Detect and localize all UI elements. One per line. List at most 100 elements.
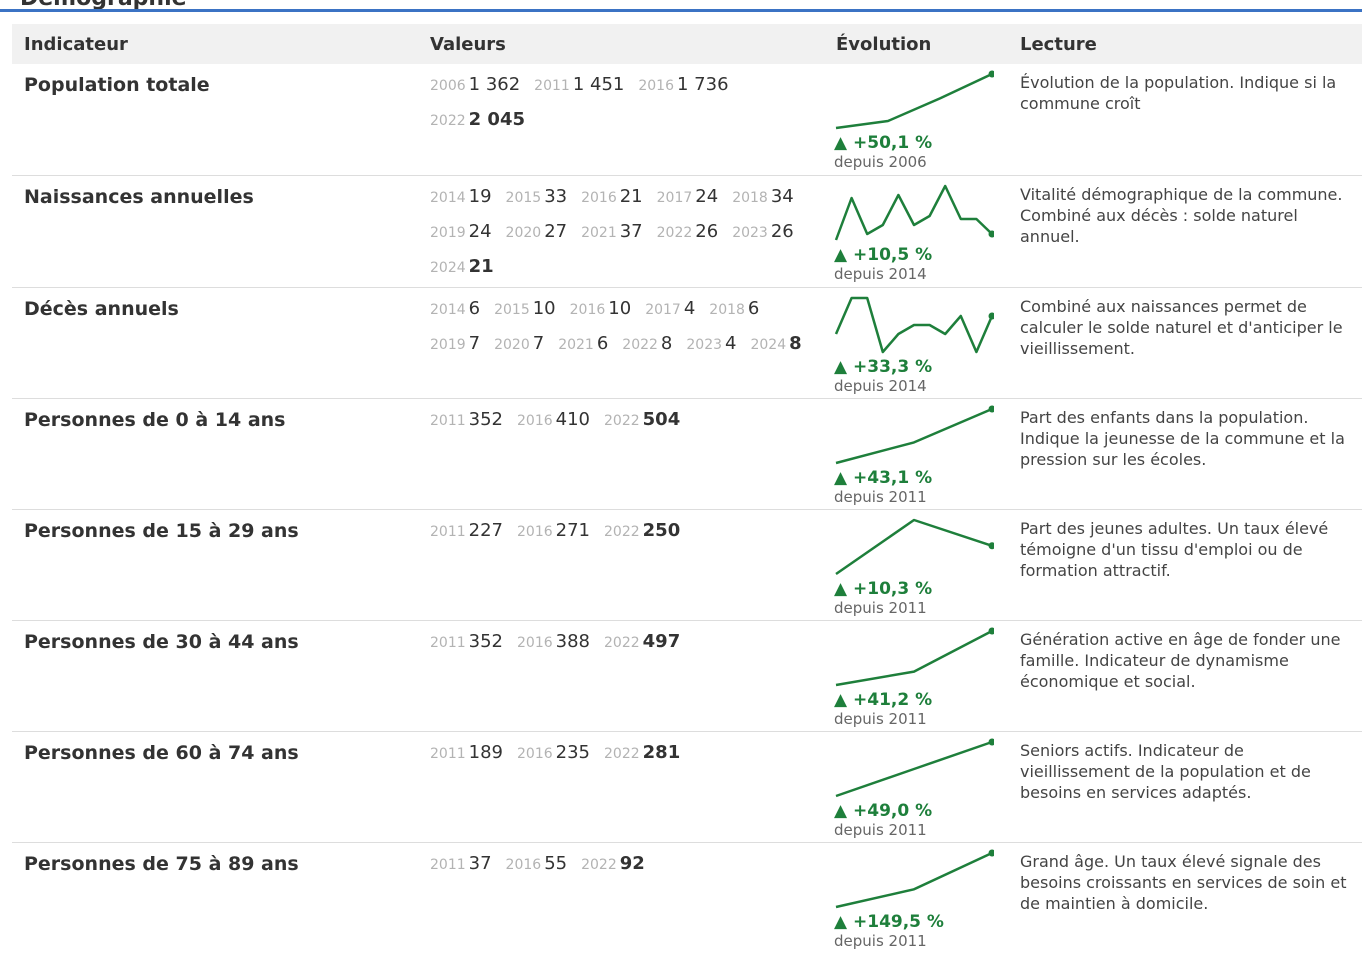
value-year: 2019 (430, 224, 466, 241)
value-number: 26 (695, 220, 719, 242)
value-pair: 2016 271 (517, 516, 590, 551)
sparkline (835, 70, 994, 130)
value-number: 4 (725, 332, 737, 354)
column-header-evolution: Évolution (824, 24, 1008, 64)
value-pair: 2019 7 (430, 329, 480, 364)
value-pair: 2023 26 (732, 217, 794, 252)
reading-text: Grand âge. Un taux élevé signale des bes… (1020, 851, 1347, 913)
value-year: 2019 (430, 336, 466, 353)
evolution-cell: ▲ +49,0 % depuis 2011 (824, 731, 1008, 843)
value-pair: 2016 1 736 (638, 70, 728, 105)
value-number: 352 (468, 630, 503, 652)
values-cell: 2006 1 362 2011 1 451 2016 1 736 2022 2 045 (418, 64, 824, 176)
value-number: 19 (468, 185, 492, 207)
evolution-cell: ▲ +149,5 % depuis 2011 (824, 842, 1008, 953)
value-year: 2016 (638, 78, 674, 94)
indicators-table: Indicateur Valeurs Évolution Lecture Pop… (12, 24, 1362, 953)
sparkline (835, 405, 994, 464)
evolution-since: depuis 2011 (834, 598, 927, 617)
value-number: 1 362 (468, 74, 521, 95)
value-number: 33 (544, 185, 568, 207)
evolution-cell: ▲ +41,2 % depuis 2011 (824, 620, 1008, 732)
sparkline-line (834, 184, 993, 240)
evolution-cell: ▲ +43,1 % depuis 2011 (824, 398, 1008, 510)
value-year: 2011 (430, 412, 466, 429)
value-pair: 2016 410 (517, 405, 590, 440)
evolution-change: ▲ +33,3 % (834, 356, 933, 377)
value-year: 2022 (604, 745, 640, 762)
table-row: Naissances annuelles 2014 19 2015 33 2016 21 20… (12, 175, 1362, 288)
value-number: 227 (468, 519, 503, 541)
column-header-reading: Lecture (1008, 24, 1362, 64)
evolution-since: depuis 2011 (834, 820, 927, 839)
values-cell: 2014 19 2015 33 2016 21 2017 24 2018 342019 24 2020… (418, 175, 824, 288)
value-year: 2011 (430, 856, 466, 873)
table-body: Population totale 2006 1 362 2011 1 451 2016 1… (12, 64, 1362, 953)
evolution-change: ▲ +149,5 % (834, 911, 944, 932)
value-pair: 2023 4 (686, 329, 736, 364)
sparkline-line (835, 629, 993, 686)
value-pair: 2014 19 (430, 182, 492, 217)
value-pair: 2017 24 (657, 182, 719, 217)
value-pair: 2017 4 (645, 294, 695, 329)
indicator-name: Personnes de 15 à 29 ans (12, 509, 418, 621)
value-number: 34 (770, 185, 794, 207)
value-year: 2006 (430, 78, 466, 94)
value-number: 21 (619, 185, 643, 207)
value-year: 2015 (494, 301, 530, 318)
table-row: Personnes de 60 à 74 ans 2011 189 2016 235 20… (12, 731, 1362, 843)
value-pair: 2022 504 (604, 405, 680, 440)
table-row: Personnes de 75 à 89 ans 2011 37 2016 55 2022… (12, 842, 1362, 953)
value-number: 8 (660, 332, 673, 354)
value-pair: 2016 10 (570, 294, 632, 329)
value-pair: 2011 352 (430, 405, 503, 440)
value-year: 2021 (558, 336, 594, 353)
evolution-cell: ▲ +33,3 % depuis 2014 (824, 287, 1008, 399)
sparkline-line (835, 518, 993, 575)
value-number: 1 736 (676, 74, 729, 95)
table-row: Population totale 2006 1 362 2011 1 451 2016 1… (12, 64, 1362, 176)
value-year: 2022 (656, 224, 693, 241)
value-number: 37 (468, 852, 492, 874)
section-header: Démographie (0, 0, 1362, 12)
value-number: 21 (468, 255, 494, 277)
values-cell: 2014 6 2015 10 2016 10 2017 4 2018 62019 7 2020 7 202… (418, 287, 824, 399)
table-row: Décès annuels 2014 6 2015 10 2016 10 2017 4 2018 6… (12, 287, 1362, 399)
value-year: 2016 (581, 189, 617, 206)
value-year: 2023 (686, 336, 723, 353)
section-divider (0, 9, 1362, 12)
value-number: 6 (596, 332, 609, 354)
column-header-indicator: Indicateur (12, 24, 418, 64)
reading-text: Part des jeunes adultes. Un taux élevé t… (1008, 509, 1362, 621)
value-year: 2014 (430, 189, 466, 206)
value-number: 271 (555, 519, 590, 541)
sparkline (835, 738, 994, 797)
value-number: 6 (468, 297, 481, 319)
value-number: 4 (683, 297, 696, 319)
sparkline (835, 627, 994, 686)
value-pair: 2021 6 (558, 329, 608, 364)
value-pair: 2018 34 (732, 182, 794, 217)
value-pair: 2014 6 (430, 294, 480, 329)
value-year: 2018 (732, 189, 768, 206)
value-pair: 2006 1 362 (430, 70, 520, 105)
value-number: 27 (544, 220, 568, 242)
values-cell: 2011 227 2016 271 2022 250 (418, 509, 824, 621)
sparkline-line (835, 851, 993, 908)
value-pair: 2011 189 (430, 738, 503, 773)
indicator-name: Décès annuels (12, 287, 418, 399)
evolution-change: ▲ +49,0 % (834, 800, 933, 821)
value-number: 10 (608, 297, 632, 319)
evolution-cell: ▲ +50,1 % depuis 2006 (824, 64, 1008, 176)
reading-text: Génération active en âge de fonder une f… (1008, 620, 1362, 732)
value-number: 10 (532, 297, 556, 319)
value-year: 2016 (517, 745, 553, 762)
sparkline-line (835, 72, 993, 130)
value-year: 2016 (517, 412, 553, 429)
value-year: 2016 (517, 523, 553, 540)
value-number: 497 (642, 630, 681, 652)
value-year: 2016 (517, 634, 553, 651)
value-pair: 2019 24 (430, 217, 492, 252)
table-row: Personnes de 15 à 29 ans 2011 227 2016 271 20… (12, 509, 1362, 621)
value-year: 2022 (430, 113, 466, 129)
